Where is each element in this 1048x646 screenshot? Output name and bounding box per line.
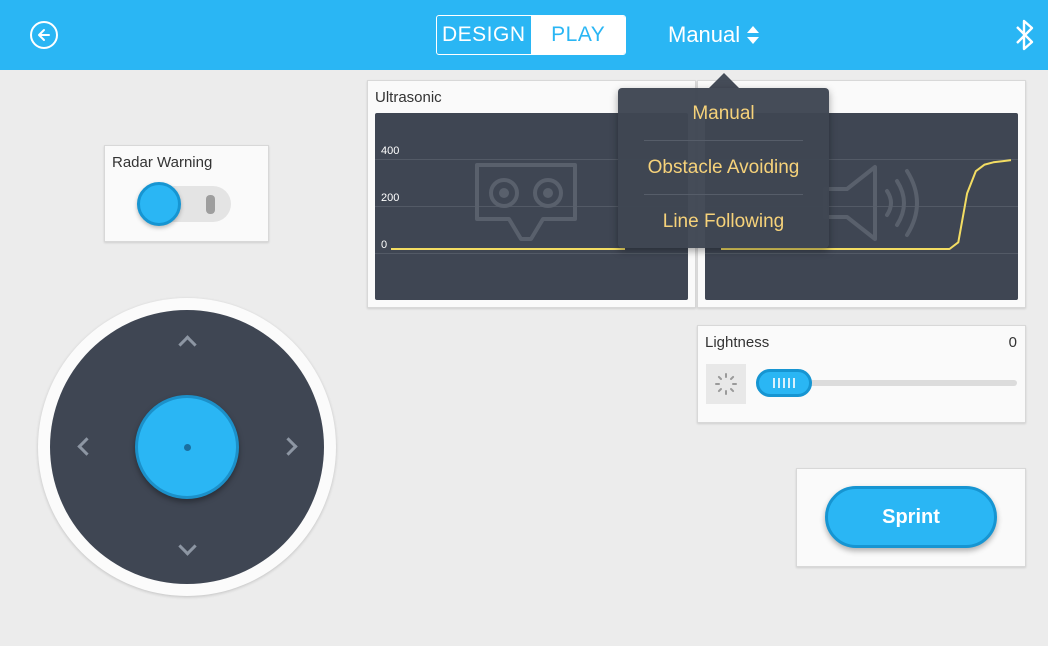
mode-option-manual[interactable]: Manual xyxy=(618,88,829,140)
sprint-card: Sprint xyxy=(796,468,1026,567)
mode-tabs: DESIGN PLAY xyxy=(436,15,626,55)
mode-select-label: Manual xyxy=(668,22,741,47)
bluetooth-icon[interactable] xyxy=(1012,18,1038,52)
lightness-slider-thumb[interactable] xyxy=(756,369,812,397)
joystick[interactable] xyxy=(38,298,336,596)
dropdown-caret xyxy=(709,73,739,88)
sort-updown-icon xyxy=(747,26,760,44)
radar-warning-title: Radar Warning xyxy=(112,154,213,171)
lightness-card: Lightness 0 xyxy=(697,325,1026,423)
joystick-knob-center xyxy=(184,444,191,451)
dropdown-divider xyxy=(644,140,803,141)
toggle-off-indicator xyxy=(206,195,215,214)
lightness-title: Lightness xyxy=(705,334,770,351)
radar-warning-card: Radar Warning xyxy=(104,145,269,242)
sun-loading-icon xyxy=(706,364,746,404)
mode-select[interactable]: Manual xyxy=(668,19,760,51)
joystick-up-arrow[interactable] xyxy=(178,335,197,354)
joystick-knob[interactable] xyxy=(135,395,239,499)
joystick-pad[interactable] xyxy=(50,310,324,584)
joystick-right-arrow[interactable] xyxy=(279,437,298,456)
mode-option-line-following[interactable]: Line Following xyxy=(618,196,829,248)
joystick-left-arrow[interactable] xyxy=(77,437,96,456)
top-bar: DESIGN PLAY Manual xyxy=(0,0,1048,70)
back-arrow-icon[interactable] xyxy=(30,21,58,49)
radar-toggle-knob[interactable] xyxy=(137,182,181,226)
tab-play[interactable]: PLAY xyxy=(531,16,625,54)
joystick-down-arrow[interactable] xyxy=(178,537,197,556)
ultrasonic-title: Ultrasonic xyxy=(375,89,442,106)
lightness-value: 0 xyxy=(1008,334,1017,351)
tab-design[interactable]: DESIGN xyxy=(437,16,532,54)
mode-option-obstacle-avoiding[interactable]: Obstacle Avoiding xyxy=(618,142,829,194)
mode-dropdown: Manual Obstacle Avoiding Line Following xyxy=(618,88,829,248)
dropdown-divider xyxy=(644,194,803,195)
sprint-button[interactable]: Sprint xyxy=(825,486,997,548)
